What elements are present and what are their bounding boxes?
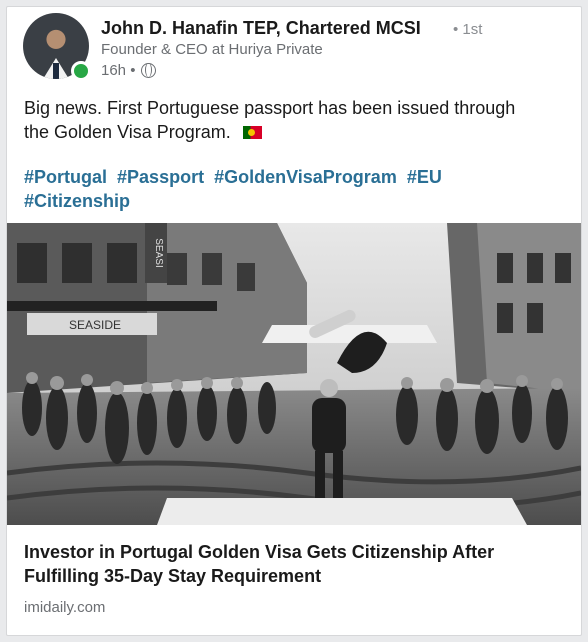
post-time: 16h •: [101, 62, 136, 79]
author-name[interactable]: John D. Hanafin TEP, Chartered MCSI: [101, 18, 421, 39]
post-text-content: Big news. First Portuguese passport has …: [24, 98, 516, 142]
globe-icon: [141, 63, 157, 78]
post-meta: 16h •: [101, 62, 157, 79]
connection-degree: • 1st: [453, 21, 483, 38]
online-status-icon: [71, 61, 91, 81]
portugal-flag-icon: [242, 126, 262, 139]
hashtag-list: #Portugal #Passport #GoldenVisaProgram #…: [24, 165, 564, 213]
article-image[interactable]: SEASIDE SEASI: [7, 223, 581, 525]
post-card: John D. Hanafin TEP, Chartered MCSI • 1s…: [6, 6, 582, 636]
shop-sign: SEASIDE: [69, 318, 121, 332]
hashtag-link[interactable]: #Portugal: [24, 167, 107, 187]
article-source[interactable]: imidaily.com: [24, 599, 105, 616]
author-headline: Founder & CEO at Huriya Private: [101, 41, 323, 58]
hanging-sign: SEASI: [153, 238, 164, 267]
street-photo: SEASIDE SEASI: [7, 223, 581, 525]
hashtag-link[interactable]: #GoldenVisaProgram: [214, 167, 397, 187]
hashtag-link[interactable]: #Passport: [117, 167, 204, 187]
article-title[interactable]: Investor in Portugal Golden Visa Gets Ci…: [24, 540, 564, 588]
hashtag-link[interactable]: #EU: [407, 167, 442, 187]
hashtag-link[interactable]: #Citizenship: [24, 191, 130, 211]
avatar-tie: [53, 63, 59, 79]
post-text: Big news. First Portuguese passport has …: [24, 96, 544, 144]
